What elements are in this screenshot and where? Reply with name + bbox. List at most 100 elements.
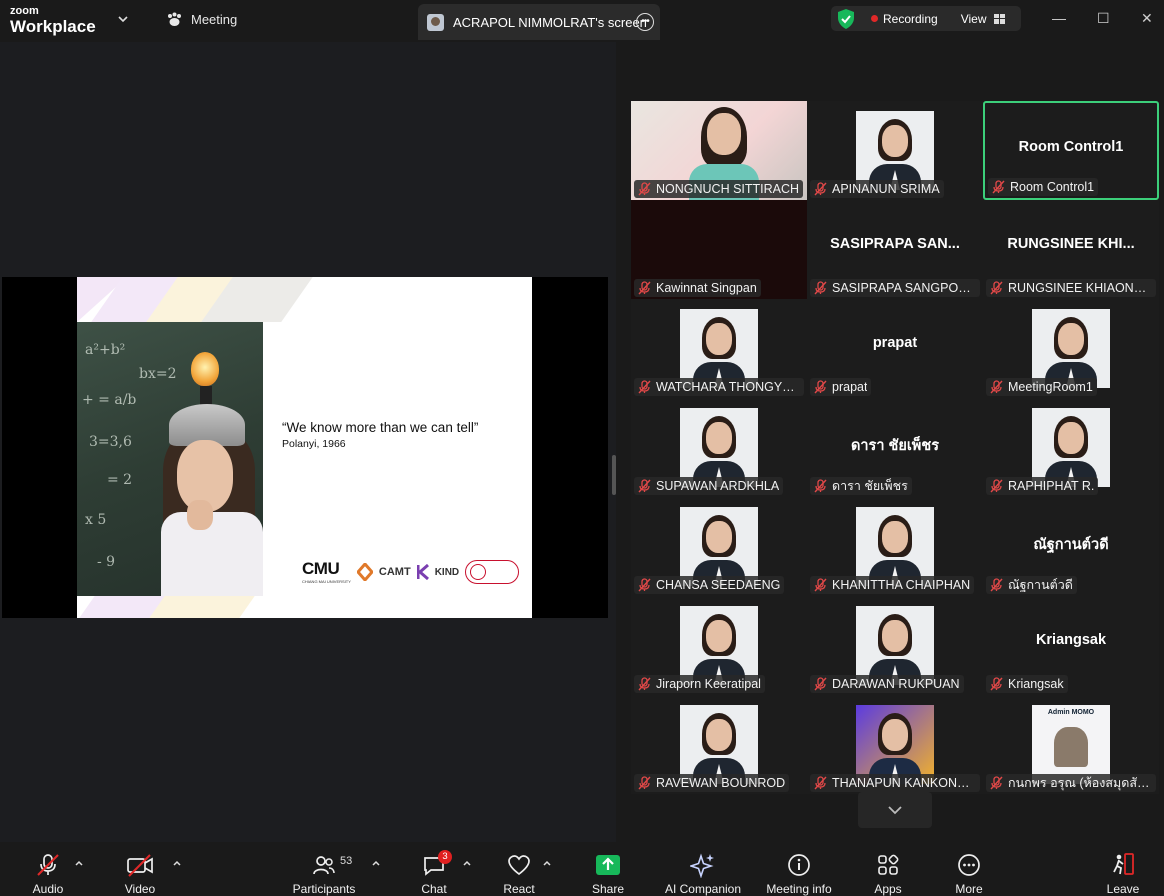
- participant-name: APINANUN SRIMA: [832, 182, 940, 196]
- participant-name-label: SUPAWAN ARDKHLA: [634, 477, 784, 495]
- screen-share-tab[interactable]: ACRAPOL NIMMOLRAT's screen •••: [418, 4, 660, 40]
- participant-video: [680, 705, 758, 784]
- mic-muted-icon: [990, 479, 1003, 493]
- participant-tile[interactable]: DARAWAN RUKPUAN: [807, 596, 983, 695]
- paw-icon: [168, 12, 181, 26]
- panel-splitter-handle[interactable]: [612, 455, 616, 495]
- participant-video: [680, 309, 758, 388]
- close-button[interactable]: ✕: [1141, 10, 1153, 27]
- video-button[interactable]: Video: [120, 852, 160, 896]
- chat-options-caret-icon[interactable]: [462, 858, 472, 868]
- participant-display-name: SASIPRAPA SAN...: [830, 236, 960, 252]
- video-options-caret-icon[interactable]: [172, 858, 182, 868]
- maximize-button[interactable]: ☐: [1097, 10, 1110, 27]
- participant-tile[interactable]: SASIPRAPA SAN... SASIPRAPA SANGPONG...: [807, 200, 983, 299]
- mic-muted-icon: [37, 854, 59, 876]
- share-screen-icon: [596, 855, 620, 875]
- participant-tile[interactable]: CHANSA SEEDAENG: [631, 497, 807, 596]
- mic-muted-icon: [814, 677, 827, 691]
- cmu-logo: CMU CHIANG MAI UNIVERSITY: [302, 560, 351, 584]
- participant-name: ดารา ชัยเพ็ชร: [832, 479, 908, 493]
- participant-tile[interactable]: prapat prapat: [807, 299, 983, 398]
- participant-tile[interactable]: NONGNUCH SITTIRACH: [631, 101, 807, 200]
- participant-name-label: กนกพร อรุณ (ห้องสมุดสัตว...: [986, 774, 1156, 792]
- participant-tile[interactable]: KHANITTHA CHAIPHAN: [807, 497, 983, 596]
- grid-view-icon[interactable]: [993, 13, 1005, 24]
- participant-tile[interactable]: Room Control1 Room Control1: [983, 101, 1159, 200]
- participant-tile[interactable]: Kriangsak Kriangsak: [983, 596, 1159, 695]
- participant-video: [680, 408, 758, 487]
- mic-muted-icon: [992, 180, 1005, 194]
- video-off-icon: [127, 854, 153, 877]
- participant-name: NONGNUCH SITTIRACH: [656, 182, 800, 196]
- mic-muted-icon: [638, 578, 651, 592]
- chevron-down-icon[interactable]: [116, 12, 130, 26]
- mic-muted-icon: [990, 677, 1003, 691]
- react-options-caret-icon[interactable]: [542, 858, 552, 868]
- mic-muted-icon: [814, 281, 827, 295]
- participant-name: THANAPUN KANKONSUE: [832, 776, 976, 790]
- participant-name-label: prapat: [810, 378, 872, 396]
- participant-gallery: NONGNUCH SITTIRACH APINANUN SRIMA Room Con…: [620, 42, 1164, 842]
- more-icon: [958, 854, 980, 876]
- mic-muted-icon: [638, 281, 651, 295]
- minimize-button[interactable]: —: [1052, 10, 1066, 26]
- participant-name: Jiraporn Keeratipal: [656, 677, 761, 691]
- apps-button[interactable]: Apps: [872, 852, 904, 896]
- ai-companion-button[interactable]: AI Companion: [662, 852, 744, 896]
- react-button[interactable]: React: [503, 852, 535, 896]
- participant-tile[interactable]: ณัฐกานต์วดี ณัฐกานต์วดี: [983, 497, 1159, 596]
- participant-tile[interactable]: MeetingRoom1: [983, 299, 1159, 398]
- more-button[interactable]: More: [953, 852, 985, 896]
- share-button[interactable]: Share: [590, 852, 626, 896]
- participant-tile[interactable]: RUNGSINEE KHI... RUNGSINEE KHIAONGA...: [983, 200, 1159, 299]
- participant-tile[interactable]: Kawinnat Singpan: [631, 200, 807, 299]
- participant-tile[interactable]: WATCHARA THONGYOD: [631, 299, 807, 398]
- audio-options-caret-icon[interactable]: [74, 858, 84, 868]
- participant-display-name: Kriangsak: [1035, 632, 1107, 648]
- audio-button[interactable]: Audio: [28, 852, 68, 896]
- participant-tile[interactable]: SUPAWAN ARDKHLA: [631, 398, 807, 497]
- recording-dot-icon: [871, 15, 878, 22]
- participant-tile[interactable]: Admin MOMO กนกพร อรุณ (ห้องสมุดสัตว...: [983, 695, 1159, 794]
- participant-name-label: MeetingRoom1: [986, 378, 1097, 396]
- leave-button[interactable]: Leave: [1106, 852, 1140, 896]
- participant-video: [680, 606, 758, 685]
- bsi-certification-logo: [465, 560, 520, 584]
- slide-quote-author: Polanyi, 1966: [282, 438, 346, 450]
- participant-name-label: DARAWAN RUKPUAN: [810, 675, 964, 693]
- meeting-tab[interactable]: Meeting: [166, 12, 237, 27]
- participant-tile[interactable]: APINANUN SRIMA: [807, 101, 983, 200]
- leave-icon: [1113, 853, 1134, 875]
- participant-tile[interactable]: RAPHIPHAT R.: [983, 398, 1159, 497]
- participants-options-caret-icon[interactable]: [371, 858, 381, 868]
- participant-name-label: SASIPRAPA SANGPONG...: [810, 279, 980, 297]
- kind-logo: KIND: [434, 566, 460, 578]
- logo-line2: Workplace: [10, 17, 96, 36]
- participant-name-label: KHANITTHA CHAIPHAN: [810, 576, 975, 594]
- kind-mark-icon: [416, 564, 429, 580]
- participant-tile[interactable]: Jiraporn Keeratipal: [631, 596, 807, 695]
- mic-muted-icon: [814, 578, 827, 592]
- participant-tile[interactable]: ดารา ชัยเพ็ชร ดารา ชัยเพ็ชร: [807, 398, 983, 497]
- participant-name-label: ณัฐกานต์วดี: [986, 576, 1077, 594]
- heart-icon: [508, 855, 530, 876]
- participant-name: RAVEWAN BOUNROD: [656, 776, 786, 790]
- mic-muted-icon: [638, 182, 651, 196]
- zoom-workplace-logo[interactable]: zoom Workplace: [10, 6, 96, 36]
- participant-display-name: prapat: [872, 335, 918, 351]
- recording-label[interactable]: Recording: [883, 12, 938, 26]
- view-button[interactable]: View: [961, 12, 987, 26]
- scroll-down-button[interactable]: [858, 792, 932, 828]
- participant-name: ณัฐกานต์วดี: [1008, 578, 1073, 592]
- mic-muted-icon: [990, 380, 1003, 394]
- mic-muted-icon: [814, 479, 827, 493]
- participant-tile[interactable]: THANAPUN KANKONSUE: [807, 695, 983, 794]
- participant-name-label: Kawinnat Singpan: [634, 279, 761, 297]
- camt-logo: CAMT: [378, 566, 411, 578]
- more-options-icon[interactable]: •••: [636, 13, 654, 31]
- leave-label: Leave: [1106, 882, 1140, 896]
- shield-check-icon[interactable]: [836, 8, 856, 30]
- meeting-info-button[interactable]: Meeting info: [764, 852, 834, 896]
- participant-tile[interactable]: RAVEWAN BOUNROD: [631, 695, 807, 794]
